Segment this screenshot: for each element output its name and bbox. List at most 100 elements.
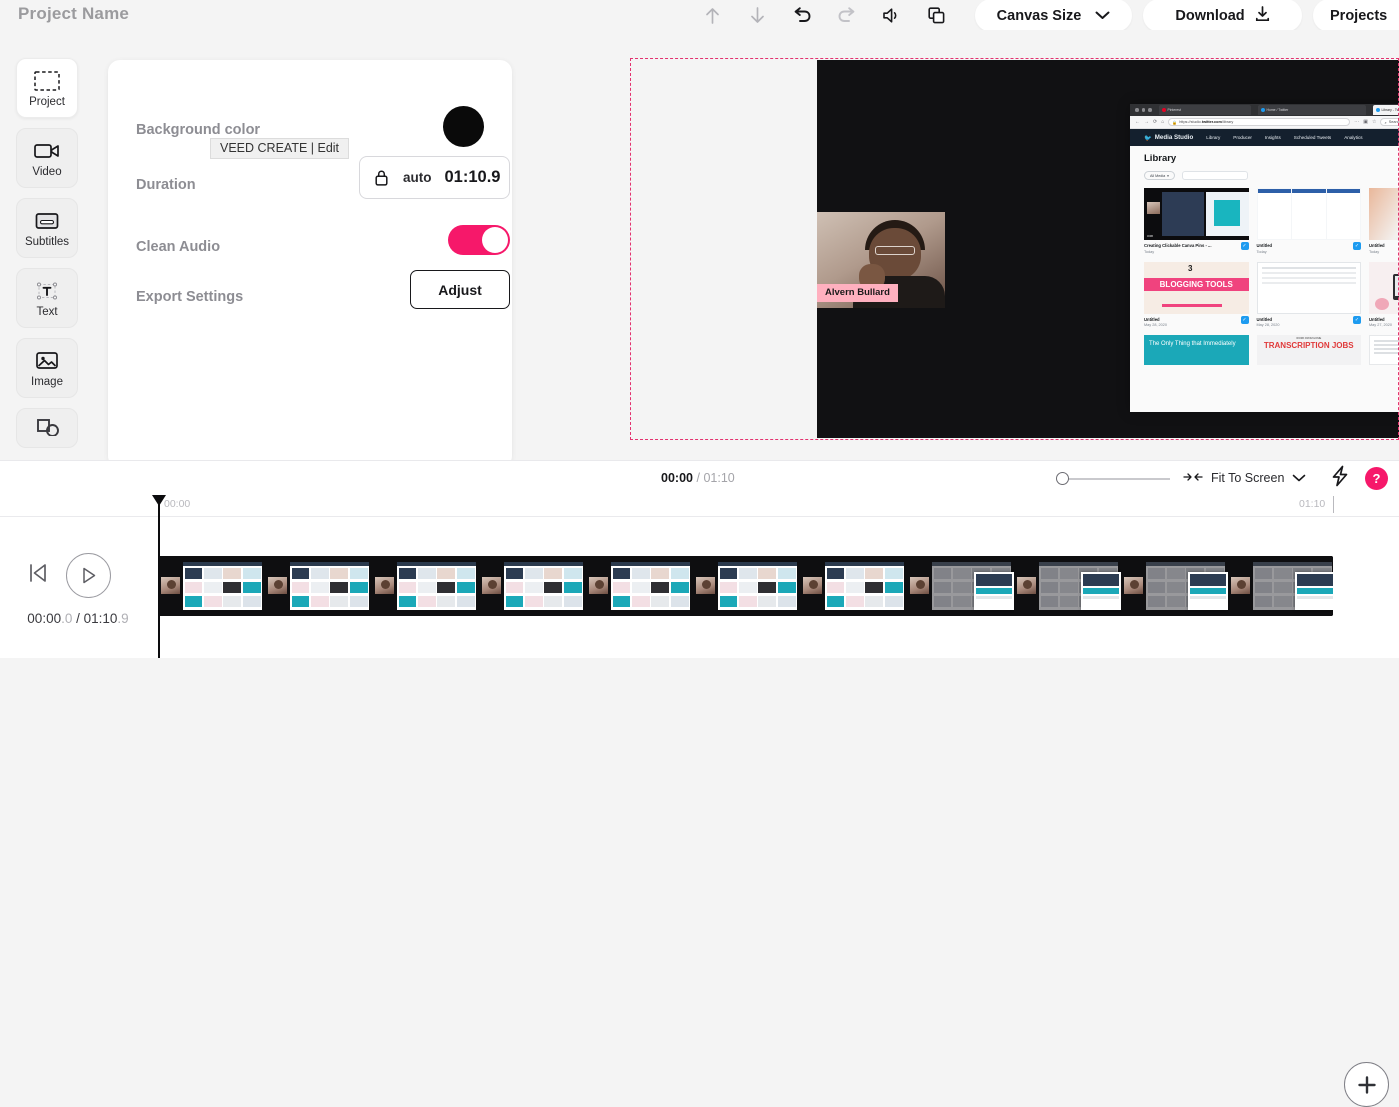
clip-webcam-overlay xyxy=(910,577,929,594)
download-button[interactable]: Download xyxy=(1143,0,1302,32)
media-card[interactable]: Untitled Today ✓ xyxy=(1257,188,1362,254)
move-down-icon[interactable] xyxy=(745,3,769,27)
timeline-clip-thumbnail[interactable] xyxy=(586,556,693,616)
nav-item-insights[interactable]: Insights xyxy=(1265,135,1281,140)
media-card[interactable]: 3:08 Creating Clickable Canva Pins - ...… xyxy=(1144,188,1249,254)
browser-tab-active[interactable]: Library - Twitter Media Studio xyxy=(1373,105,1399,115)
add-clip-button[interactable] xyxy=(1344,1062,1389,1107)
browser-tab-title: Home / Twitter xyxy=(1267,108,1289,112)
playhead-handle[interactable] xyxy=(152,495,166,506)
projects-button[interactable]: Projects xyxy=(1313,0,1399,32)
browser-tab[interactable]: Home / Twitter xyxy=(1258,105,1366,115)
clip-webcam-overlay xyxy=(589,577,608,594)
video-frame[interactable]: Alvern Bullard Pinterest Home / Twitter xyxy=(817,60,1399,438)
image-icon xyxy=(34,349,60,373)
workspace: Project Video Subtitles Text Image xyxy=(0,30,1399,460)
lock-icon[interactable] xyxy=(374,169,389,187)
sidebar-item-elements[interactable] xyxy=(16,408,78,448)
canvas-preview[interactable]: Alvern Bullard Pinterest Home / Twitter xyxy=(630,58,1399,440)
timeline-clip-thumbnail[interactable] xyxy=(1228,556,1333,616)
timeline-clip-thumbnail[interactable] xyxy=(907,556,1014,616)
bookmark-star-icon[interactable]: ☆ xyxy=(1372,119,1376,125)
fit-to-screen-control[interactable]: Fit To Screen xyxy=(1183,471,1306,486)
window-minimize-dot[interactable] xyxy=(1142,108,1146,112)
zoom-slider[interactable] xyxy=(1056,472,1170,485)
nav-item-producer[interactable]: Producer xyxy=(1233,135,1252,140)
timeline: 00:00 01:10 00:00.0 / 01:10.9 xyxy=(0,495,1399,658)
zoom-slider-knob[interactable] xyxy=(1056,472,1069,485)
lightning-icon[interactable] xyxy=(1330,465,1350,492)
download-icon xyxy=(1255,6,1270,26)
duplicate-icon[interactable] xyxy=(925,3,949,27)
reader-icon[interactable]: ▣ xyxy=(1363,119,1368,125)
background-color-swatch[interactable] xyxy=(443,106,484,147)
media-grid: 3:08 Creating Clickable Canva Pins - ...… xyxy=(1144,188,1399,365)
media-checkbox[interactable]: ✓ xyxy=(1241,316,1249,324)
project-name[interactable]: Project Name xyxy=(18,4,129,24)
timeline-clip-thumbnail[interactable] xyxy=(372,556,479,616)
media-checkbox[interactable]: ✓ xyxy=(1353,316,1361,324)
timeline-clip-thumbnail[interactable] xyxy=(1121,556,1228,616)
timeline-clip-thumbnail[interactable] xyxy=(158,556,265,616)
volume-icon[interactable] xyxy=(880,3,904,27)
media-card[interactable]: WORK FROM HOME TRANSCRIPTION JOBS xyxy=(1257,335,1362,365)
page-actions-icon[interactable]: ⋯ xyxy=(1354,119,1359,125)
video-track[interactable] xyxy=(158,556,1333,616)
all-media-filter[interactable]: All Media ▾ xyxy=(1144,171,1175,180)
play-button[interactable] xyxy=(66,553,111,598)
timeline-clip-thumbnail[interactable] xyxy=(1014,556,1121,616)
playhead[interactable] xyxy=(158,495,160,658)
background-color-row: Background color VEED CREATE | Edit xyxy=(136,122,484,138)
timeline-clip-thumbnail[interactable] xyxy=(479,556,586,616)
timeline-ruler[interactable]: 00:00 01:10 xyxy=(0,495,1399,517)
media-card[interactable] xyxy=(1369,335,1399,365)
sidebar-item-image[interactable]: Image xyxy=(16,338,78,398)
media-date: Today xyxy=(1144,250,1212,254)
sidebar-item-subtitles[interactable]: Subtitles xyxy=(16,198,78,258)
sidebar-item-project[interactable]: Project xyxy=(16,58,78,118)
sidebar-item-label: Text xyxy=(36,306,57,318)
address-bar[interactable]: 🔒 https://studio.twitter.com/library xyxy=(1168,118,1350,126)
window-maximize-dot[interactable] xyxy=(1148,108,1152,112)
adjust-button[interactable]: Adjust xyxy=(410,270,510,309)
home-icon[interactable]: ⌂ xyxy=(1161,119,1164,125)
media-card[interactable]: Untitled May 27, 2020 ✓ xyxy=(1369,262,1399,328)
timeline-clip-thumbnail[interactable] xyxy=(265,556,372,616)
browser-search-placeholder: Search xyxy=(1389,120,1399,124)
webcam-overlay[interactable]: Alvern Bullard xyxy=(817,212,945,308)
clip-screen-capture xyxy=(1253,562,1332,610)
nav-item-scheduled-tweets[interactable]: Scheduled Tweets xyxy=(1294,135,1331,140)
redo-icon[interactable] xyxy=(835,3,859,27)
sidebar-item-text[interactable]: Text xyxy=(16,268,78,328)
move-up-icon[interactable] xyxy=(700,3,724,27)
sidebar-item-video[interactable]: Video xyxy=(16,128,78,188)
back-icon[interactable]: ← xyxy=(1135,119,1140,125)
duration-field[interactable]: auto 01:10.9 xyxy=(359,156,510,199)
clean-audio-toggle[interactable] xyxy=(448,225,510,255)
nav-item-analytics[interactable]: Analytics xyxy=(1344,135,1362,140)
skip-to-start-icon[interactable] xyxy=(26,560,50,591)
clip-screen-capture xyxy=(183,562,262,610)
library-search-input[interactable] xyxy=(1182,171,1248,180)
chevron-down-icon[interactable] xyxy=(1292,471,1306,485)
clip-screen-capture xyxy=(290,562,369,610)
media-checkbox[interactable]: ✓ xyxy=(1241,242,1249,250)
timeline-clip-thumbnail[interactable] xyxy=(693,556,800,616)
window-close-dot[interactable] xyxy=(1135,108,1139,112)
media-card[interactable]: Let's get personal and look at a few exa… xyxy=(1369,188,1399,254)
forward-icon[interactable]: → xyxy=(1144,119,1149,125)
help-button[interactable]: ? xyxy=(1365,467,1388,490)
browser-tab[interactable]: Pinterest xyxy=(1159,105,1251,115)
media-checkbox[interactable]: ✓ xyxy=(1353,242,1361,250)
media-card[interactable]: Untitled May 28, 2020 ✓ xyxy=(1257,262,1362,328)
canvas-size-button[interactable]: Canvas Size xyxy=(975,0,1132,32)
media-card[interactable]: BLOGGING TOOLS 3 Untitled May 28, 2020 ✓ xyxy=(1144,262,1249,328)
nav-item-library[interactable]: Library xyxy=(1206,135,1220,140)
media-card[interactable]: The Only Thing that Immediately xyxy=(1144,335,1249,365)
browser-search-input[interactable]: ⌕ Search xyxy=(1380,118,1399,126)
clip-webcam-overlay xyxy=(375,577,394,594)
timeline-clip-thumbnail[interactable] xyxy=(800,556,907,616)
clean-audio-row: Clean Audio xyxy=(136,239,484,255)
reload-icon[interactable]: ⟳ xyxy=(1153,119,1157,125)
undo-icon[interactable] xyxy=(790,3,814,27)
